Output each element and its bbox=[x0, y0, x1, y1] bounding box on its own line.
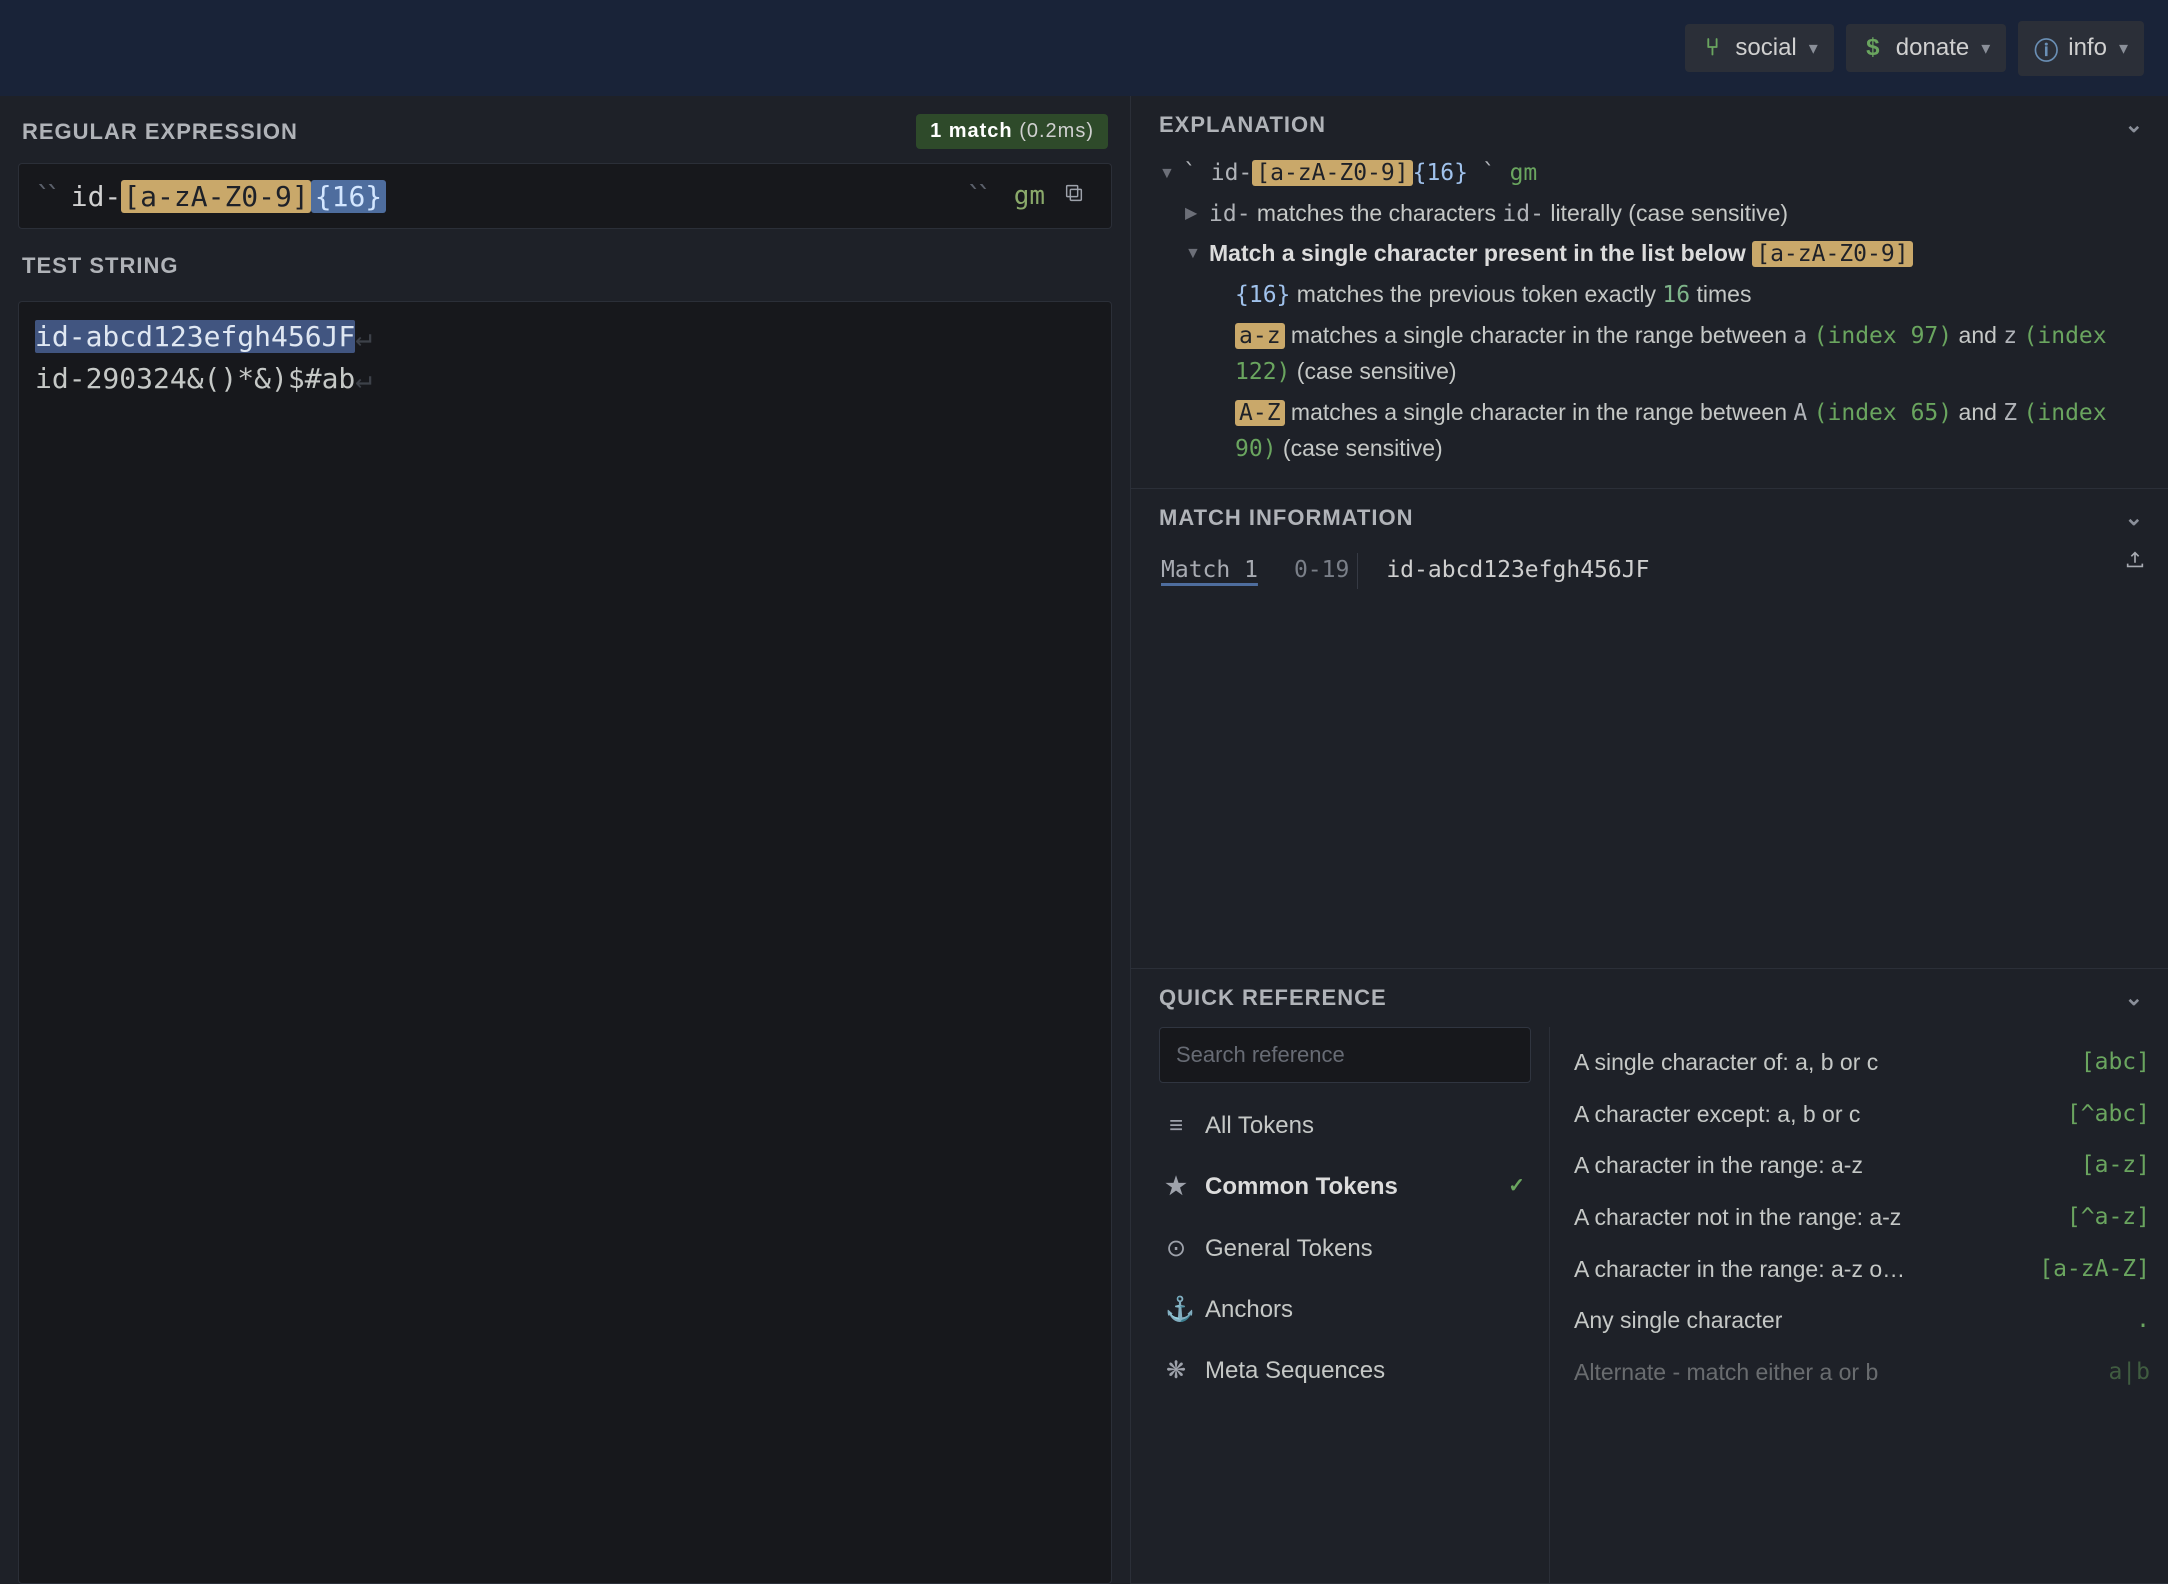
ref-item-pattern: [^a-z] bbox=[2067, 1200, 2150, 1236]
social-label: social bbox=[1735, 34, 1796, 62]
donate-dropdown[interactable]: $ donate ▾ bbox=[1846, 24, 2006, 72]
ref-item-desc: A character not in the range: a-z bbox=[1574, 1200, 1901, 1236]
test-string-title: TEST STRING bbox=[22, 253, 178, 279]
delimiter-close: `` bbox=[966, 180, 994, 213]
ref-item-pattern: [a-zA-Z] bbox=[2039, 1252, 2150, 1288]
info-label: info bbox=[2068, 34, 2107, 62]
quick-reference-panel: QUICK REFERENCE ⌄ ≡ All Tokens ★ Common Tok… bbox=[1131, 969, 2168, 1584]
match-count-badge: 1 match (0.2ms) bbox=[916, 114, 1108, 149]
check-icon: ✓ bbox=[1508, 1171, 1525, 1202]
copy-icon bbox=[1063, 182, 1085, 204]
info-icon: ⓘ bbox=[2034, 31, 2056, 66]
copy-button[interactable] bbox=[1053, 176, 1095, 216]
tree-toggle[interactable]: ▼ bbox=[1185, 242, 1201, 267]
ref-item-desc: Any single character bbox=[1574, 1303, 1782, 1339]
ref-item[interactable]: Alternate - match either a or b a|b bbox=[1574, 1347, 2150, 1399]
test-line-1: id-abcd123efgh456JF↵ bbox=[35, 316, 1095, 358]
ref-item-pattern: [a-z] bbox=[2081, 1148, 2150, 1184]
explanation-header[interactable]: EXPLANATION ⌄ bbox=[1131, 96, 2168, 154]
reference-search-input[interactable] bbox=[1159, 1027, 1531, 1083]
branch-icon: ⑂ bbox=[1701, 34, 1723, 62]
ref-item[interactable]: A character not in the range: a-z [^a-z] bbox=[1574, 1192, 2150, 1244]
export-icon bbox=[2124, 549, 2146, 571]
regex-pattern[interactable]: id-[a-zA-Z0-9]{16} bbox=[71, 180, 958, 213]
ref-item-pattern: a|b bbox=[2108, 1355, 2150, 1391]
ref-item-pattern: . bbox=[2136, 1303, 2150, 1339]
ref-item[interactable]: A character in the range: a-z o… [a-zA-Z] bbox=[1574, 1244, 2150, 1296]
match-name: Match 1 bbox=[1161, 553, 1258, 589]
category-label: Anchors bbox=[1205, 1291, 1293, 1328]
ref-category[interactable]: ⚓ Anchors bbox=[1159, 1279, 1531, 1340]
ref-item[interactable]: A character except: a, b or c [^abc] bbox=[1574, 1089, 2150, 1141]
match-range: 0-19 bbox=[1286, 553, 1358, 589]
ref-item[interactable]: A character in the range: a-z [a-z] bbox=[1574, 1140, 2150, 1192]
chevron-down-icon: ⌄ bbox=[2125, 112, 2144, 138]
chevron-down-icon: ▾ bbox=[1981, 38, 1990, 59]
category-label: Meta Sequences bbox=[1205, 1352, 1385, 1389]
dollar-icon: $ bbox=[1862, 34, 1884, 62]
regex-header: REGULAR EXPRESSION 1 match (0.2ms) bbox=[18, 104, 1112, 163]
ref-item-pattern: [^abc] bbox=[2067, 1097, 2150, 1133]
match-info-panel: MATCH INFORMATION ⌄ Match 1 0-19 id-abcd… bbox=[1131, 489, 2168, 969]
ref-item[interactable]: A single character of: a, b or c [abc] bbox=[1574, 1037, 2150, 1089]
tree-toggle[interactable]: ▼ bbox=[1159, 162, 1175, 187]
chevron-down-icon: ▾ bbox=[2119, 38, 2128, 59]
category-label: All Tokens bbox=[1205, 1107, 1314, 1144]
ref-category[interactable]: ≡ All Tokens bbox=[1159, 1095, 1531, 1156]
ref-item-desc: A single character of: a, b or c bbox=[1574, 1045, 1878, 1081]
export-button[interactable] bbox=[2124, 547, 2146, 581]
chevron-down-icon: ⌄ bbox=[2125, 985, 2144, 1011]
match-info-header[interactable]: MATCH INFORMATION ⌄ bbox=[1131, 489, 2168, 547]
category-icon: ≡ bbox=[1165, 1107, 1187, 1144]
chevron-down-icon: ▾ bbox=[1809, 38, 1818, 59]
test-string-input[interactable]: id-abcd123efgh456JF↵ id-290324&()*&)$#ab… bbox=[18, 301, 1112, 1584]
ref-item-desc: A character except: a, b or c bbox=[1574, 1097, 1860, 1133]
chevron-down-icon: ⌄ bbox=[2125, 505, 2144, 531]
category-icon: ★ bbox=[1165, 1168, 1187, 1205]
category-label: Common Tokens bbox=[1205, 1168, 1398, 1205]
delimiter-open: `` bbox=[35, 180, 63, 213]
ref-item-desc: A character in the range: a-z o… bbox=[1574, 1252, 1905, 1288]
test-line-2: id-290324&()*&)$#ab↵ bbox=[35, 358, 1095, 400]
social-dropdown[interactable]: ⑂ social ▾ bbox=[1685, 24, 1833, 72]
regex-title: REGULAR EXPRESSION bbox=[22, 119, 298, 145]
test-string-header: TEST STRING bbox=[18, 243, 1112, 293]
regex-input[interactable]: `` id-[a-zA-Z0-9]{16} `` gm bbox=[18, 163, 1112, 229]
ref-item-desc: A character in the range: a-z bbox=[1574, 1148, 1863, 1184]
ref-item[interactable]: Any single character. bbox=[1574, 1295, 2150, 1347]
quick-reference-header[interactable]: QUICK REFERENCE ⌄ bbox=[1131, 969, 2168, 1027]
topbar: ⑂ social ▾ $ donate ▾ ⓘ info ▾ bbox=[0, 0, 2168, 96]
ref-category[interactable]: ★ Common Tokens ✓ bbox=[1159, 1156, 1531, 1217]
match-text: id-abcd123efgh456JF bbox=[1386, 553, 1649, 589]
info-dropdown[interactable]: ⓘ info ▾ bbox=[2018, 21, 2144, 76]
tree-toggle[interactable]: ▶ bbox=[1185, 202, 1201, 227]
ref-item-pattern: [abc] bbox=[2081, 1045, 2150, 1081]
explanation-panel: EXPLANATION ⌄ ▼ ` id-[a-zA-Z0-9]{16} ` g… bbox=[1131, 96, 2168, 489]
match-row[interactable]: Match 1 0-19 id-abcd123efgh456JF bbox=[1159, 547, 2144, 595]
category-icon: ⊙ bbox=[1165, 1230, 1187, 1267]
ref-category[interactable]: ⊙ General Tokens bbox=[1159, 1218, 1531, 1279]
ref-item-desc: Alternate - match either a or b bbox=[1574, 1355, 1878, 1391]
category-icon: ❋ bbox=[1165, 1352, 1187, 1389]
ref-category[interactable]: ❋ Meta Sequences bbox=[1159, 1340, 1531, 1401]
donate-label: donate bbox=[1896, 34, 1969, 62]
category-icon: ⚓ bbox=[1165, 1291, 1187, 1328]
flags-selector[interactable]: gm bbox=[1014, 181, 1045, 211]
category-label: General Tokens bbox=[1205, 1230, 1373, 1267]
